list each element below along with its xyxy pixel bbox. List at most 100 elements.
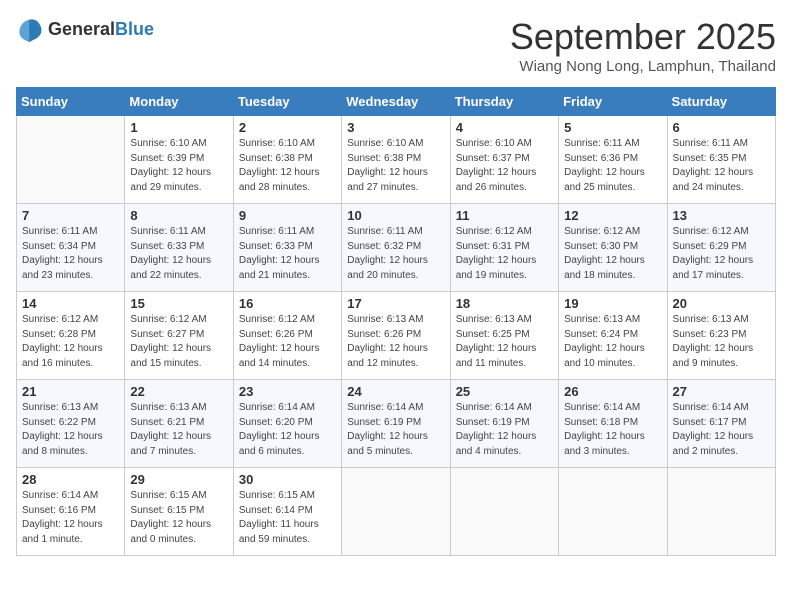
- calendar-cell: 24Sunrise: 6:14 AM Sunset: 6:19 PM Dayli…: [342, 380, 450, 468]
- calendar-week-row: 21Sunrise: 6:13 AM Sunset: 6:22 PM Dayli…: [17, 380, 776, 468]
- logo-icon: [16, 16, 44, 44]
- day-info: Sunrise: 6:13 AM Sunset: 6:22 PM Dayligh…: [22, 401, 119, 459]
- day-number: 16: [239, 296, 336, 311]
- day-info: Sunrise: 6:12 AM Sunset: 6:30 PM Dayligh…: [564, 225, 661, 283]
- calendar-cell: 2 Sunrise: 6:10 AM Sunset: 6:38 PM Daylig…: [233, 116, 341, 204]
- day-info: Sunrise: 6:13 AM Sunset: 6:23 PM Dayligh…: [673, 313, 770, 371]
- calendar-cell: 5 Sunrise: 6:11 AM Sunset: 6:36 PM Daylig…: [559, 116, 667, 204]
- calendar-cell: [342, 468, 450, 556]
- logo-general: General: [48, 19, 115, 39]
- calendar-cell: 28 Sunrise: 6:14 AM Sunset: 6:16 PM Dayli…: [17, 468, 125, 556]
- day-info: Sunrise: 6:10 AM Sunset: 6:37 PM Dayligh…: [456, 137, 553, 195]
- calendar-cell: 6 Sunrise: 6:11 AM Sunset: 6:35 PM Daylig…: [667, 116, 775, 204]
- calendar-week-row: 1 Sunrise: 6:10 AM Sunset: 6:39 PM Daylig…: [17, 116, 776, 204]
- day-number: 26: [564, 384, 661, 399]
- day-number: 3: [347, 120, 444, 135]
- col-header-saturday: Saturday: [667, 88, 775, 116]
- logo-text: GeneralBlue: [48, 20, 154, 40]
- calendar-cell: 27 Sunrise: 6:14 AM Sunset: 6:17 PM Dayli…: [667, 380, 775, 468]
- day-info: Sunrise: 6:12 AM Sunset: 6:29 PM Dayligh…: [673, 225, 770, 283]
- day-number: 5: [564, 120, 661, 135]
- day-info: Sunrise: 6:14 AM Sunset: 6:20 PM Dayligh…: [239, 401, 336, 459]
- day-number: 15: [130, 296, 227, 311]
- calendar-cell: 1 Sunrise: 6:10 AM Sunset: 6:39 PM Daylig…: [125, 116, 233, 204]
- day-info: Sunrise: 6:12 AM Sunset: 6:28 PM Dayligh…: [22, 313, 119, 371]
- col-header-wednesday: Wednesday: [342, 88, 450, 116]
- day-info: Sunrise: 6:11 AM Sunset: 6:35 PM Dayligh…: [673, 137, 770, 195]
- calendar-week-row: 7 Sunrise: 6:11 AM Sunset: 6:34 PM Daylig…: [17, 204, 776, 292]
- month-title: September 2025: [510, 16, 776, 58]
- page-header: GeneralBlue September 2025 Wiang Nong Lo…: [16, 16, 776, 75]
- calendar-week-row: 28 Sunrise: 6:14 AM Sunset: 6:16 PM Dayli…: [17, 468, 776, 556]
- day-info: Sunrise: 6:14 AM Sunset: 6:19 PM Dayligh…: [456, 401, 553, 459]
- day-info: Sunrise: 6:10 AM Sunset: 6:38 PM Dayligh…: [239, 137, 336, 195]
- calendar-cell: 7 Sunrise: 6:11 AM Sunset: 6:34 PM Daylig…: [17, 204, 125, 292]
- day-info: Sunrise: 6:15 AM Sunset: 6:14 PM Dayligh…: [239, 489, 336, 547]
- day-number: 19: [564, 296, 661, 311]
- calendar-cell: 11Sunrise: 6:12 AM Sunset: 6:31 PM Dayli…: [450, 204, 558, 292]
- calendar-cell: [667, 468, 775, 556]
- day-number: 12: [564, 208, 661, 223]
- calendar-cell: 22Sunrise: 6:13 AM Sunset: 6:21 PM Dayli…: [125, 380, 233, 468]
- day-info: Sunrise: 6:14 AM Sunset: 6:18 PM Dayligh…: [564, 401, 661, 459]
- calendar-cell: [559, 468, 667, 556]
- day-number: 29: [130, 472, 227, 487]
- day-info: Sunrise: 6:11 AM Sunset: 6:32 PM Dayligh…: [347, 225, 444, 283]
- day-number: 20: [673, 296, 770, 311]
- calendar-cell: 21Sunrise: 6:13 AM Sunset: 6:22 PM Dayli…: [17, 380, 125, 468]
- day-number: 2: [239, 120, 336, 135]
- day-number: 14: [22, 296, 119, 311]
- day-number: 30: [239, 472, 336, 487]
- day-number: 27: [673, 384, 770, 399]
- day-info: Sunrise: 6:13 AM Sunset: 6:24 PM Dayligh…: [564, 313, 661, 371]
- col-header-thursday: Thursday: [450, 88, 558, 116]
- day-info: Sunrise: 6:10 AM Sunset: 6:39 PM Dayligh…: [130, 137, 227, 195]
- day-info: Sunrise: 6:14 AM Sunset: 6:16 PM Dayligh…: [22, 489, 119, 547]
- col-header-sunday: Sunday: [17, 88, 125, 116]
- day-number: 28: [22, 472, 119, 487]
- day-info: Sunrise: 6:11 AM Sunset: 6:33 PM Dayligh…: [130, 225, 227, 283]
- calendar-cell: 9 Sunrise: 6:11 AM Sunset: 6:33 PM Daylig…: [233, 204, 341, 292]
- calendar-cell: 13Sunrise: 6:12 AM Sunset: 6:29 PM Dayli…: [667, 204, 775, 292]
- location-title: Wiang Nong Long, Lamphun, Thailand: [510, 58, 776, 75]
- day-info: Sunrise: 6:10 AM Sunset: 6:38 PM Dayligh…: [347, 137, 444, 195]
- calendar-cell: 3 Sunrise: 6:10 AM Sunset: 6:38 PM Daylig…: [342, 116, 450, 204]
- col-header-friday: Friday: [559, 88, 667, 116]
- logo: GeneralBlue: [16, 16, 154, 44]
- day-info: Sunrise: 6:14 AM Sunset: 6:17 PM Dayligh…: [673, 401, 770, 459]
- calendar-cell: 19 Sunrise: 6:13 AM Sunset: 6:24 PM Dayli…: [559, 292, 667, 380]
- day-number: 6: [673, 120, 770, 135]
- calendar-cell: 20 Sunrise: 6:13 AM Sunset: 6:23 PM Dayli…: [667, 292, 775, 380]
- calendar-cell: 26 Sunrise: 6:14 AM Sunset: 6:18 PM Dayli…: [559, 380, 667, 468]
- calendar-cell: [450, 468, 558, 556]
- day-number: 4: [456, 120, 553, 135]
- calendar-cell: 23Sunrise: 6:14 AM Sunset: 6:20 PM Dayli…: [233, 380, 341, 468]
- day-info: Sunrise: 6:13 AM Sunset: 6:26 PM Dayligh…: [347, 313, 444, 371]
- calendar-cell: 16 Sunrise: 6:12 AM Sunset: 6:26 PM Dayli…: [233, 292, 341, 380]
- title-block: September 2025 Wiang Nong Long, Lamphun,…: [510, 16, 776, 75]
- calendar-cell: 10 Sunrise: 6:11 AM Sunset: 6:32 PM Dayli…: [342, 204, 450, 292]
- day-number: 8: [130, 208, 227, 223]
- day-info: Sunrise: 6:11 AM Sunset: 6:34 PM Dayligh…: [22, 225, 119, 283]
- day-info: Sunrise: 6:12 AM Sunset: 6:31 PM Dayligh…: [456, 225, 553, 283]
- calendar-header-row: SundayMondayTuesdayWednesdayThursdayFrid…: [17, 88, 776, 116]
- day-number: 9: [239, 208, 336, 223]
- day-info: Sunrise: 6:12 AM Sunset: 6:26 PM Dayligh…: [239, 313, 336, 371]
- day-number: 25: [456, 384, 553, 399]
- day-info: Sunrise: 6:13 AM Sunset: 6:21 PM Dayligh…: [130, 401, 227, 459]
- day-info: Sunrise: 6:11 AM Sunset: 6:33 PM Dayligh…: [239, 225, 336, 283]
- calendar-cell: 29Sunrise: 6:15 AM Sunset: 6:15 PM Dayli…: [125, 468, 233, 556]
- day-info: Sunrise: 6:11 AM Sunset: 6:36 PM Dayligh…: [564, 137, 661, 195]
- day-number: 1: [130, 120, 227, 135]
- day-info: Sunrise: 6:13 AM Sunset: 6:25 PM Dayligh…: [456, 313, 553, 371]
- calendar-cell: [17, 116, 125, 204]
- day-number: 10: [347, 208, 444, 223]
- calendar-table: SundayMondayTuesdayWednesdayThursdayFrid…: [16, 87, 776, 556]
- calendar-cell: 14 Sunrise: 6:12 AM Sunset: 6:28 PM Dayli…: [17, 292, 125, 380]
- calendar-cell: 30 Sunrise: 6:15 AM Sunset: 6:14 PM Dayli…: [233, 468, 341, 556]
- col-header-tuesday: Tuesday: [233, 88, 341, 116]
- calendar-cell: 15Sunrise: 6:12 AM Sunset: 6:27 PM Dayli…: [125, 292, 233, 380]
- calendar-cell: 8 Sunrise: 6:11 AM Sunset: 6:33 PM Daylig…: [125, 204, 233, 292]
- day-info: Sunrise: 6:14 AM Sunset: 6:19 PM Dayligh…: [347, 401, 444, 459]
- day-number: 7: [22, 208, 119, 223]
